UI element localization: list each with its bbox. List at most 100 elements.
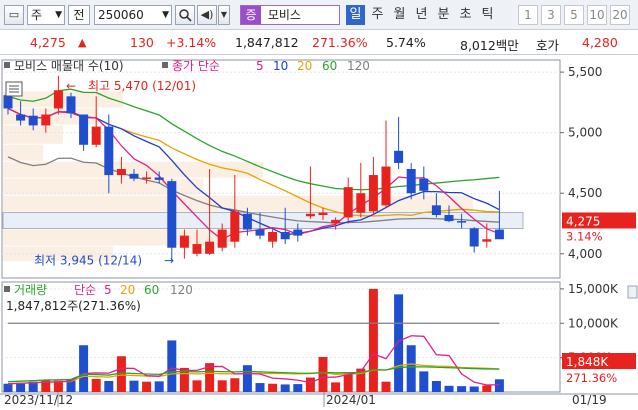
volume-ratio: 271.36% — [312, 35, 368, 50]
volume-summary-label: 1,847,812주(271.36%) — [6, 299, 141, 313]
x-axis-label-end: 01/19 — [572, 393, 607, 407]
period-tab-2[interactable]: 월 — [390, 5, 409, 25]
period-tab-1[interactable]: 주 — [368, 5, 387, 25]
price-tick-label: 4,000 — [568, 247, 602, 261]
low-arrow-icon: → — [164, 253, 174, 267]
x-axis-label-mid: 2024/01 — [326, 393, 376, 407]
volume-bar — [154, 381, 164, 392]
volume-bar — [331, 382, 341, 392]
price-change: 130 — [130, 35, 154, 50]
candle-body — [293, 229, 303, 236]
period-tab-5[interactable]: 초 — [456, 5, 475, 25]
period-tab-6[interactable]: 틱 — [478, 5, 497, 25]
volume-profile-bar — [3, 229, 233, 246]
volume-tick-label: 10,000K — [568, 316, 619, 330]
interval-tab-5[interactable]: 5 — [564, 5, 584, 25]
candle-body — [419, 178, 429, 191]
candle-body — [394, 150, 404, 163]
code-input[interactable]: 250060 ▼ — [94, 5, 172, 25]
candle-body — [356, 193, 366, 213]
code-input-value: 250060 — [98, 8, 144, 22]
candle-body — [368, 175, 378, 212]
volume-bar — [91, 378, 101, 392]
price-tick-label: 5,500 — [568, 65, 602, 79]
candle-body — [41, 114, 51, 126]
period-select-label: 전 — [73, 8, 85, 22]
volume-bar — [16, 382, 26, 392]
volume-bar — [104, 381, 114, 392]
stock-name: 모비스 — [267, 8, 301, 22]
stock-chart[interactable]: 5,500 5,000 4,500 4,000 4,275 3.14% 모비스 매물대 수(… — [0, 56, 638, 407]
legend-marker — [4, 286, 10, 292]
volume-bar — [293, 384, 303, 392]
candle-body — [318, 212, 328, 216]
volume-bar — [469, 386, 479, 392]
volume-bar — [142, 381, 152, 392]
candle-body — [53, 90, 63, 109]
price-tick-label: 4,500 — [568, 186, 602, 200]
market-select[interactable]: 주 ▼ — [27, 5, 65, 25]
ma-legend-60: 60 — [322, 59, 337, 73]
chart-svg[interactable]: 5,500 5,000 4,500 4,000 4,2753.14% 모비스 매물대 수(… — [0, 56, 638, 407]
volume-bar — [394, 294, 404, 392]
volume-ma-legend-60: 60 — [144, 283, 159, 297]
chevron-down-icon: ▼ — [162, 10, 169, 20]
candle-body — [129, 173, 139, 179]
candle-body — [431, 205, 441, 216]
interval-tab-1[interactable]: 1 — [518, 5, 538, 25]
volume-ma-legend-prefix: 단순 — [74, 283, 96, 297]
candle-body — [142, 177, 152, 179]
candle-body — [255, 229, 265, 236]
legend-marker — [162, 62, 168, 68]
low-price-label: 최저 3,945 (12/14) — [34, 253, 142, 267]
volume-bar — [419, 371, 429, 392]
speaker-icon[interactable]: ◀) — [197, 5, 217, 25]
volume-bar — [268, 383, 278, 392]
volume-bar — [431, 381, 441, 392]
high-arrow-icon: ← — [66, 79, 76, 93]
candle-body — [305, 213, 315, 217]
period-tab-4[interactable]: 분 — [434, 5, 453, 25]
candle-body — [482, 239, 492, 242]
stock-name-box[interactable]: 증 모비스 — [240, 5, 340, 25]
candle-body — [268, 231, 278, 242]
period-tab-0[interactable]: 일 — [346, 5, 365, 25]
volume-bar — [230, 378, 240, 392]
period-tab-3[interactable]: 년 — [412, 5, 431, 25]
volume-bar — [167, 340, 177, 392]
candle-body — [494, 229, 504, 240]
candle-body — [444, 215, 454, 222]
candle-body — [381, 166, 391, 206]
high-price-label: 최고 5,470 (12/01) — [88, 79, 196, 93]
search-icon[interactable] — [175, 5, 195, 25]
candle-body — [91, 126, 101, 145]
chevron-down-icon[interactable]: ▼ — [218, 5, 230, 25]
volume-tick-label: 15,000K — [568, 282, 619, 296]
ma-legend-120: 120 — [347, 59, 370, 73]
ask-price: 4,280 — [582, 35, 618, 50]
chevron-down-icon: ▼ — [55, 10, 62, 20]
price-legend-title: 모비스 매물대 수(10) — [14, 59, 124, 73]
volume-bar — [129, 380, 139, 392]
volume-bar — [368, 288, 378, 392]
candle-body — [217, 229, 227, 248]
candle-body — [469, 228, 479, 247]
volume-bar — [482, 385, 492, 392]
volume-bar — [457, 386, 467, 392]
volume-bar — [444, 385, 454, 392]
current-volume-tag-label: 1,848K — [566, 355, 609, 369]
interval-tab-20[interactable]: 20 — [610, 5, 630, 25]
current-change-label: 3.14% — [566, 229, 603, 243]
turnover-rate: 5.74% — [386, 35, 426, 50]
candle-body — [280, 231, 290, 240]
current-volume-pct-label: 271.36% — [566, 371, 617, 385]
window-icon[interactable]: ▭ — [4, 5, 24, 25]
interval-tab-3[interactable]: 3 — [541, 5, 561, 25]
up-arrow-icon: ▲ — [78, 36, 87, 49]
interval-tab-10[interactable]: 10 — [587, 5, 607, 25]
candle-body — [406, 169, 416, 194]
period-select[interactable]: 전 — [68, 5, 90, 25]
price-tick-label: 5,000 — [568, 126, 602, 140]
volume-profile-bar — [3, 144, 43, 161]
legend-marker — [4, 62, 10, 68]
